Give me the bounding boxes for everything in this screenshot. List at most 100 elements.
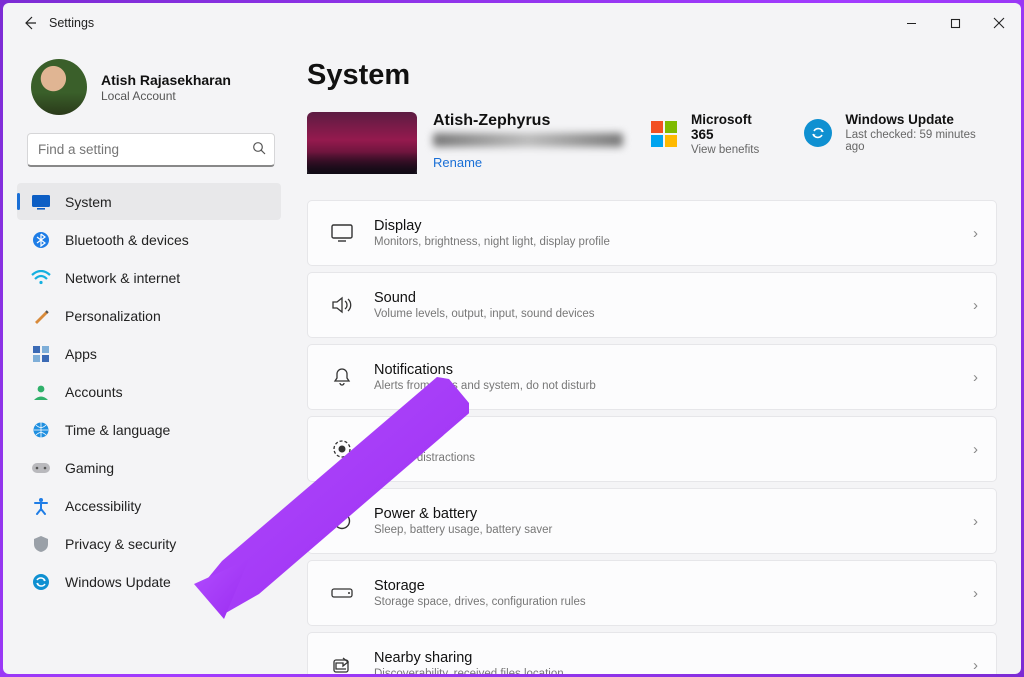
profile-block[interactable]: Atish Rajasekharan Local Account	[3, 43, 291, 133]
nav-label: Gaming	[65, 460, 114, 476]
nav-list: System Bluetooth & devices Network & int…	[3, 181, 291, 601]
chevron-right-icon: ›	[973, 297, 978, 314]
brush-icon	[31, 306, 51, 326]
main-scroll[interactable]: Atish-Zephyrus Rename Microsoft 365 View…	[307, 112, 1021, 674]
card-title: Nearby sharing	[374, 650, 564, 666]
chevron-right-icon: ›	[973, 369, 978, 386]
share-icon	[330, 653, 354, 674]
card-title: Power & battery	[374, 506, 552, 522]
sidebar-item-apps[interactable]: Apps	[17, 335, 281, 372]
power-icon	[330, 509, 354, 533]
nav-label: Accounts	[65, 384, 123, 400]
nav-label: Time & language	[65, 422, 170, 438]
card-display[interactable]: Display Monitors, brightness, night light…	[307, 200, 997, 266]
close-button[interactable]	[977, 8, 1021, 38]
microsoft-logo-icon	[649, 119, 679, 149]
card-title: Notifications	[374, 362, 596, 378]
nav-label: System	[65, 194, 112, 210]
accessibility-icon	[31, 496, 51, 516]
settings-window: Settings Atish Rajasekharan Local Accoun…	[3, 3, 1021, 674]
search-field[interactable]	[38, 142, 252, 157]
card-title: Sound	[374, 290, 595, 306]
nav-label: Privacy & security	[65, 536, 176, 552]
sidebar-item-network[interactable]: Network & internet	[17, 259, 281, 296]
sidebar-item-personalization[interactable]: Personalization	[17, 297, 281, 334]
nav-label: Network & internet	[65, 270, 180, 286]
window-title: Settings	[49, 16, 94, 30]
card-sub: Alerts from apps and system, do not dist…	[374, 380, 596, 392]
sound-icon	[330, 293, 354, 317]
tile-sub: Last checked: 59 minutes ago	[845, 129, 991, 153]
nav-label: Accessibility	[65, 498, 141, 514]
tile-title: Microsoft 365	[691, 112, 773, 142]
sync-icon	[31, 572, 51, 592]
card-sub: Volume levels, output, input, sound devi…	[374, 308, 595, 320]
arrow-left-icon	[22, 15, 38, 31]
title-bar: Settings	[3, 3, 1021, 43]
globe-clock-icon	[31, 420, 51, 440]
sidebar-item-gaming[interactable]: Gaming	[17, 449, 281, 486]
device-name: Atish-Zephyrus	[433, 112, 633, 130]
tile-sub: View benefits	[691, 144, 773, 156]
windows-update-icon	[803, 118, 833, 148]
wifi-icon	[31, 268, 51, 288]
back-button[interactable]	[15, 8, 45, 38]
minimize-button[interactable]	[889, 8, 933, 38]
nav-label: Personalization	[65, 308, 161, 324]
chevron-right-icon: ›	[973, 225, 978, 242]
gamepad-icon	[31, 458, 51, 478]
card-notifications[interactable]: Notifications Alerts from apps and system…	[307, 344, 997, 410]
card-sub: Reduce distractions	[374, 452, 475, 464]
avatar	[31, 59, 87, 115]
sidebar-item-accounts[interactable]: Accounts	[17, 373, 281, 410]
card-sub: Storage space, drives, configuration rul…	[374, 596, 586, 608]
tile-windows-update[interactable]: Windows Update Last checked: 59 minutes …	[803, 112, 991, 153]
card-power[interactable]: Power & battery Sleep, battery usage, bat…	[307, 488, 997, 554]
apps-icon	[31, 344, 51, 364]
card-title: Focus	[374, 434, 475, 450]
display-icon	[330, 221, 354, 245]
sidebar-item-accessibility[interactable]: Accessibility	[17, 487, 281, 524]
device-model-blurred	[433, 133, 623, 147]
nav-label: Windows Update	[65, 574, 171, 590]
chevron-right-icon: ›	[973, 441, 978, 458]
card-title: Storage	[374, 578, 586, 594]
page-title: System	[307, 59, 1021, 92]
sidebar-item-system[interactable]: System	[17, 183, 281, 220]
card-focus[interactable]: Focus Reduce distractions ›	[307, 416, 997, 482]
card-sub: Discoverability, received files location	[374, 668, 564, 674]
main-panel: System Atish-Zephyrus Rename	[293, 43, 1021, 674]
card-sound[interactable]: Sound Volume levels, output, input, sound…	[307, 272, 997, 338]
search-icon	[252, 141, 266, 158]
sidebar-item-privacy[interactable]: Privacy & security	[17, 525, 281, 562]
card-sub: Sleep, battery usage, battery saver	[374, 524, 552, 536]
storage-icon	[330, 581, 354, 605]
system-icon	[31, 192, 51, 212]
sidebar-item-bluetooth[interactable]: Bluetooth & devices	[17, 221, 281, 258]
rename-link[interactable]: Rename	[433, 155, 482, 170]
chevron-right-icon: ›	[973, 657, 978, 674]
nav-label: Bluetooth & devices	[65, 232, 189, 248]
card-sub: Monitors, brightness, night light, displ…	[374, 236, 610, 248]
chevron-right-icon: ›	[973, 513, 978, 530]
profile-name: Atish Rajasekharan	[101, 72, 231, 88]
sidebar-item-windows-update[interactable]: Windows Update	[17, 563, 281, 600]
desktop-preview[interactable]	[307, 112, 417, 174]
tile-microsoft-365[interactable]: Microsoft 365 View benefits	[649, 112, 773, 156]
card-title: Display	[374, 218, 610, 234]
shield-icon	[31, 534, 51, 554]
search-input[interactable]	[27, 133, 275, 167]
bell-icon	[330, 365, 354, 389]
device-header: Atish-Zephyrus Rename Microsoft 365 View…	[307, 112, 997, 174]
bluetooth-icon	[31, 230, 51, 250]
card-storage[interactable]: Storage Storage space, drives, configurat…	[307, 560, 997, 626]
nav-label: Apps	[65, 346, 97, 362]
profile-sub: Local Account	[101, 89, 231, 103]
maximize-button[interactable]	[933, 8, 977, 38]
tile-title: Windows Update	[845, 112, 991, 127]
focus-icon	[330, 437, 354, 461]
person-icon	[31, 382, 51, 402]
sidebar-item-time[interactable]: Time & language	[17, 411, 281, 448]
card-nearby[interactable]: Nearby sharing Discoverability, received …	[307, 632, 997, 674]
window-controls	[889, 8, 1021, 38]
